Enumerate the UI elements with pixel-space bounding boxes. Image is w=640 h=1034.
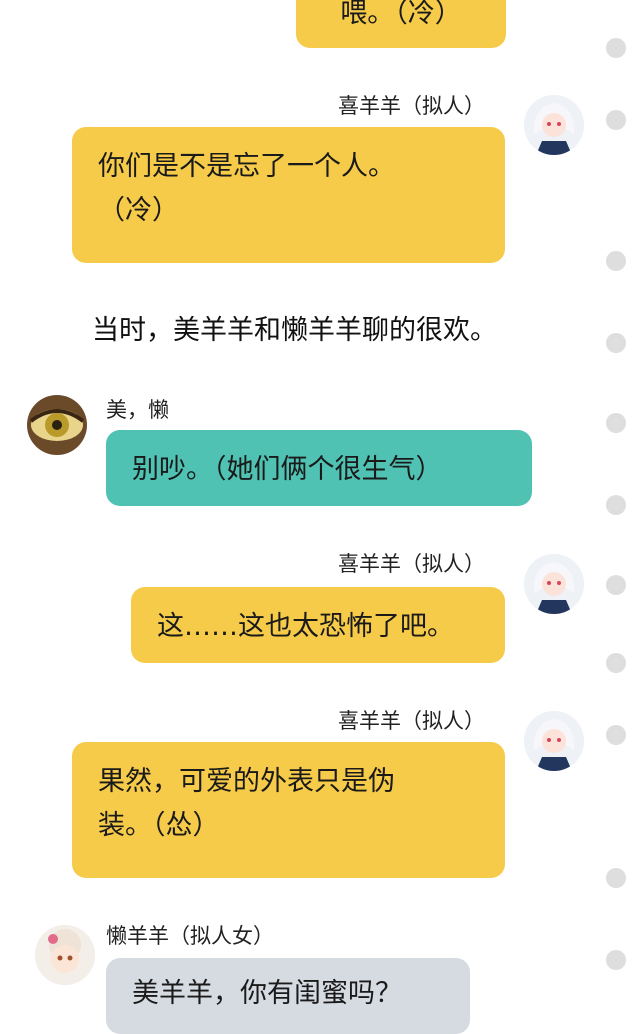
avatar-xiyangyang-icon[interactable] <box>524 711 584 771</box>
avatar-xiyangyang-icon[interactable] <box>524 95 584 155</box>
message-text: 装。（怂） <box>98 810 220 841</box>
message-bubble[interactable]: 你们是不是忘了一个人。 （冷） <box>72 127 505 263</box>
message-bubble[interactable]: 美羊羊，你有闺蜜吗？ <box>106 958 470 1034</box>
message-bubble[interactable]: 这……这也太恐怖了吧。 <box>131 587 505 663</box>
sender-name: 喜羊羊（拟人） <box>338 94 485 118</box>
timeline-dot-icon <box>606 38 626 58</box>
avatar-xiyangyang-icon[interactable] <box>524 554 584 614</box>
timeline-dot-icon <box>606 950 626 970</box>
avatar-eye-icon[interactable] <box>27 395 87 455</box>
message-bubble[interactable]: 果然，可爱的外表只是伪 装。（怂） <box>72 742 505 878</box>
sender-name: 美，懒 <box>106 398 169 422</box>
timeline-dot-icon <box>606 251 626 271</box>
timeline-dot-icon <box>606 333 626 353</box>
message-text: 你们是不是忘了一个人。 <box>98 151 395 182</box>
timeline-dot-icon <box>606 653 626 673</box>
timeline-dot-icon <box>606 110 626 130</box>
timeline-dot-icon <box>606 413 626 433</box>
timeline-dot-icon <box>606 575 626 595</box>
message-text: 别吵。（她们俩个很生气） <box>132 454 443 485</box>
sender-name: 喜羊羊（拟人） <box>338 709 485 733</box>
message-text: 这……这也太恐怖了吧。 <box>157 611 454 642</box>
narration-text: 当时，美羊羊和懒羊羊聊的很欢。 <box>92 315 497 346</box>
message-text: 果然，可爱的外表只是伪 <box>98 766 395 797</box>
timeline-dot-icon <box>606 868 626 888</box>
message-text: （冷） <box>98 195 179 226</box>
timeline-dot-icon <box>606 725 626 745</box>
message-bubble[interactable]: 喂。（冷） <box>296 0 506 48</box>
message-text: 喂。（冷） <box>340 0 462 29</box>
sender-name: 懒羊羊（拟人女） <box>106 924 274 948</box>
message-bubble[interactable]: 别吵。（她们俩个很生气） <box>106 430 532 506</box>
timeline-dot-icon <box>606 495 626 515</box>
sender-name: 喜羊羊（拟人） <box>338 552 485 576</box>
avatar-lanyangyang-icon[interactable] <box>35 925 95 985</box>
